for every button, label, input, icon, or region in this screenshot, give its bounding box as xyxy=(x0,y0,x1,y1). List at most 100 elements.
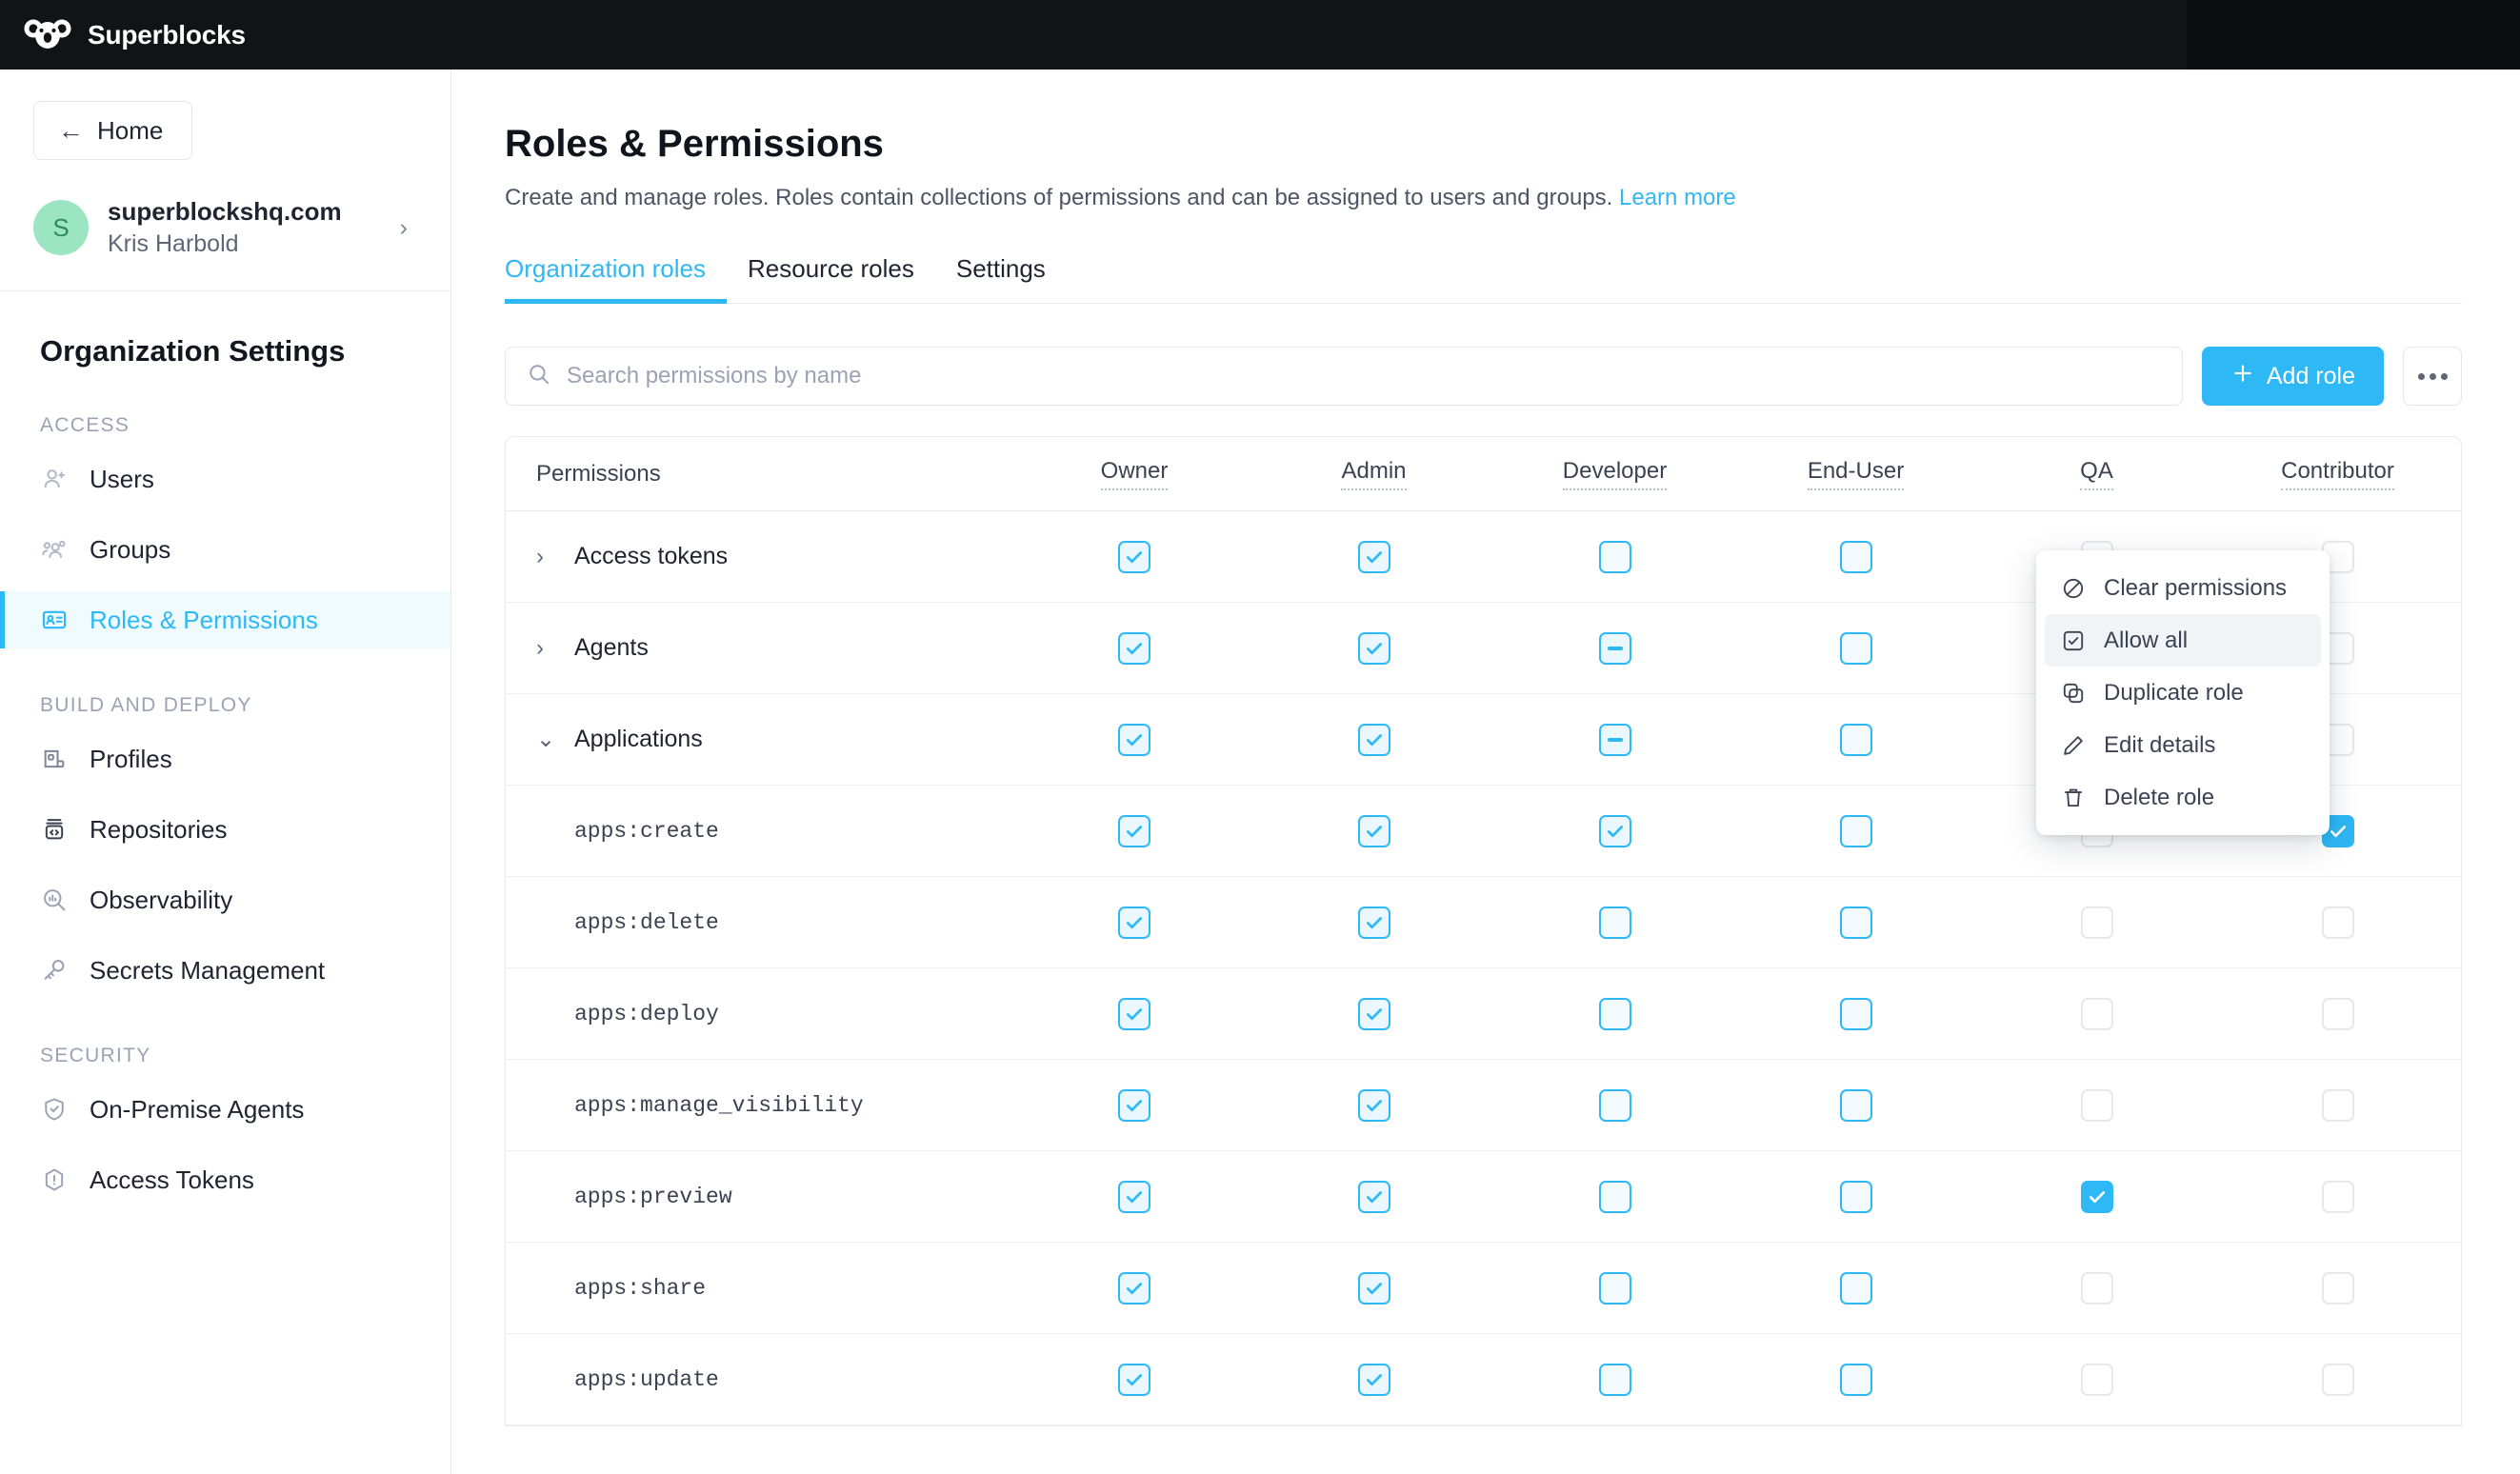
column-header-developer[interactable]: Developer xyxy=(1494,458,1735,490)
permission-checkbox[interactable] xyxy=(1118,814,1150,847)
column-header-end-user[interactable]: End-User xyxy=(1735,458,1976,490)
plus-icon xyxy=(2230,361,2255,392)
permission-checkbox[interactable] xyxy=(2080,1180,2113,1213)
permission-checkbox[interactable] xyxy=(1839,540,1872,573)
sidebar: ← Home S superblockshq.com Kris Harbold … xyxy=(0,70,451,1474)
permission-checkbox[interactable] xyxy=(1357,814,1390,847)
permission-checkbox[interactable] xyxy=(1357,1363,1390,1396)
permission-checkbox[interactable] xyxy=(1839,997,1872,1030)
observability-icon xyxy=(40,886,69,914)
permission-group-cell[interactable]: ⌄ Applications xyxy=(506,726,1015,753)
search-box[interactable] xyxy=(505,347,2183,406)
sidebar-item-secrets-management[interactable]: Secrets Management xyxy=(0,942,450,999)
menu-item-label: Edit details xyxy=(2104,731,2216,758)
permission-group-cell[interactable]: › Agents xyxy=(506,634,1015,662)
permission-group-cell[interactable]: › Access tokens xyxy=(506,543,1015,570)
permission-checkbox[interactable] xyxy=(1118,1271,1150,1305)
tab-resource-roles[interactable]: Resource roles xyxy=(727,254,935,303)
nav-group-label-build: BUILD AND DEPLOY xyxy=(40,694,252,716)
permission-checkbox[interactable] xyxy=(1839,906,1872,939)
permission-checkbox[interactable] xyxy=(1598,814,1631,847)
menu-item-label: Duplicate role xyxy=(2104,679,2244,706)
search-input[interactable] xyxy=(567,363,2161,389)
permission-group-label: Access tokens xyxy=(574,543,729,569)
column-header-qa[interactable]: QA xyxy=(1976,458,2217,490)
org-user-name: Kris Harbold xyxy=(108,230,239,257)
permission-cell-role xyxy=(1976,1363,2217,1396)
permission-cell-role xyxy=(1253,906,1494,939)
sidebar-item-roles-permissions[interactable]: Roles & Permissions xyxy=(0,591,450,648)
permission-checkbox[interactable] xyxy=(1598,1088,1631,1122)
org-switcher[interactable]: S superblockshq.com Kris Harbold › xyxy=(33,197,417,290)
permission-checkbox[interactable] xyxy=(1118,1180,1150,1213)
learn-more-link[interactable]: Learn more xyxy=(1619,185,1736,210)
permission-checkbox[interactable] xyxy=(1357,723,1390,756)
more-options-button[interactable] xyxy=(2403,347,2462,406)
permission-checkbox[interactable] xyxy=(1357,540,1390,573)
sidebar-item-label: Groups xyxy=(90,534,171,564)
permission-checkbox[interactable] xyxy=(1598,723,1631,756)
tab-settings[interactable]: Settings xyxy=(935,254,1067,303)
permission-checkbox[interactable] xyxy=(1839,1180,1872,1213)
user-plus-icon xyxy=(40,465,69,493)
menu-item-clear-permissions[interactable]: Clear permissions xyxy=(2045,562,2321,614)
permission-checkbox[interactable] xyxy=(1839,1088,1872,1122)
permission-checkbox[interactable] xyxy=(1839,723,1872,756)
sidebar-item-access-tokens[interactable]: Access Tokens xyxy=(0,1151,450,1208)
permission-checkbox[interactable] xyxy=(1118,723,1150,756)
permission-cell-role xyxy=(1494,540,1735,573)
chevron-right-icon[interactable]: › xyxy=(536,545,561,568)
permission-checkbox[interactable] xyxy=(1118,1088,1150,1122)
permission-checkbox[interactable] xyxy=(1357,1271,1390,1305)
permission-checkbox[interactable] xyxy=(1598,1271,1631,1305)
permission-checkbox[interactable] xyxy=(1357,997,1390,1030)
column-header-owner[interactable]: Owner xyxy=(1015,458,1253,490)
sidebar-item-on-premise-agents[interactable]: On-Premise Agents xyxy=(0,1081,450,1138)
permission-cell-role xyxy=(1253,1088,1494,1122)
menu-item-delete-role[interactable]: Delete role xyxy=(2045,771,2321,824)
permission-checkbox[interactable] xyxy=(1118,1363,1150,1396)
menu-item-duplicate-role[interactable]: Duplicate role xyxy=(2045,667,2321,719)
permission-checkbox[interactable] xyxy=(1598,631,1631,665)
add-role-button[interactable]: Add role xyxy=(2201,347,2384,406)
sidebar-item-groups[interactable]: Groups xyxy=(0,521,450,578)
column-header-admin[interactable]: Admin xyxy=(1253,458,1494,490)
permission-cell-role xyxy=(1494,906,1735,939)
menu-item-allow-all[interactable]: Allow all xyxy=(2045,614,2321,667)
permission-checkbox[interactable] xyxy=(1839,631,1872,665)
sidebar-item-observability[interactable]: Observability xyxy=(0,871,450,928)
permission-cell: apps:create xyxy=(506,819,1015,844)
id-card-icon xyxy=(40,606,69,634)
permission-checkbox[interactable] xyxy=(1839,814,1872,847)
tab-organization-roles[interactable]: Organization roles xyxy=(505,254,727,304)
sidebar-item-label: Observability xyxy=(90,885,233,914)
permission-checkbox[interactable] xyxy=(1118,631,1150,665)
sidebar-item-repositories[interactable]: Repositories xyxy=(0,801,450,858)
permission-checkbox[interactable] xyxy=(1118,997,1150,1030)
permission-checkbox[interactable] xyxy=(1839,1363,1872,1396)
permission-checkbox[interactable] xyxy=(1598,1180,1631,1213)
sidebar-item-profiles[interactable]: Profiles xyxy=(0,730,450,787)
permission-checkbox[interactable] xyxy=(1598,1363,1631,1396)
home-button-label: Home xyxy=(97,115,164,145)
permission-checkbox[interactable] xyxy=(1357,1088,1390,1122)
permission-checkbox[interactable] xyxy=(1598,997,1631,1030)
menu-item-edit-details[interactable]: Edit details xyxy=(2045,719,2321,771)
chevron-down-icon[interactable]: ⌄ xyxy=(536,727,561,751)
permission-checkbox[interactable] xyxy=(1357,1180,1390,1213)
column-header-contributor[interactable]: Contributor xyxy=(2217,458,2458,490)
permission-checkbox[interactable] xyxy=(1357,631,1390,665)
permission-checkbox[interactable] xyxy=(1118,540,1150,573)
permission-cell-role xyxy=(2217,1271,2458,1305)
sidebar-item-users[interactable]: Users xyxy=(0,450,450,508)
permission-checkbox[interactable] xyxy=(1598,906,1631,939)
permission-cell-role xyxy=(1494,631,1735,665)
home-button[interactable]: ← Home xyxy=(33,101,192,160)
permission-checkbox[interactable] xyxy=(1839,1271,1872,1305)
permission-checkbox[interactable] xyxy=(1118,906,1150,939)
permission-checkbox[interactable] xyxy=(1357,906,1390,939)
permission-checkbox[interactable] xyxy=(1598,540,1631,573)
chevron-right-icon[interactable]: › xyxy=(536,636,561,660)
arrow-left-icon: ← xyxy=(58,115,84,145)
top-bar: Superblocks xyxy=(0,0,2520,70)
